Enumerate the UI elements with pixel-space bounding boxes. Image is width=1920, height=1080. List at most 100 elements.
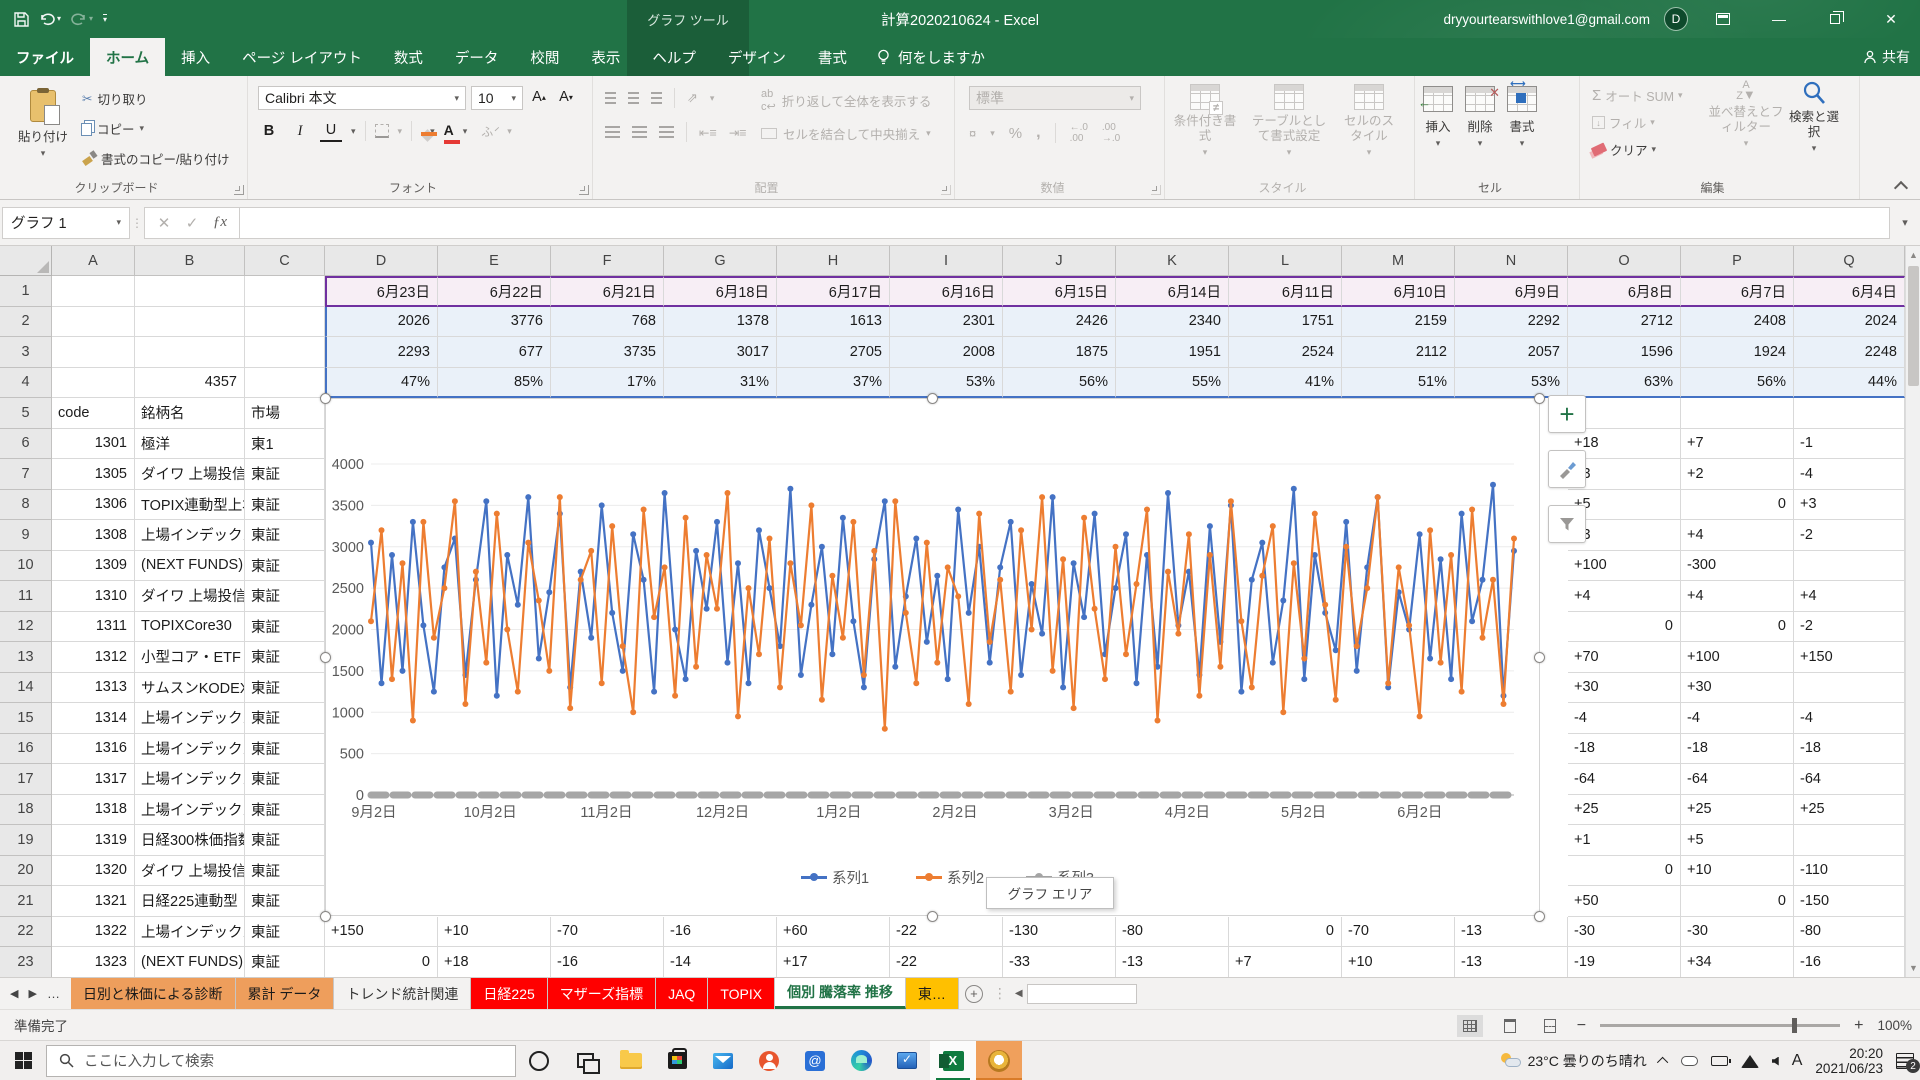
cell-F23[interactable]: -16	[551, 947, 664, 977]
chart-selection-handle[interactable]	[320, 393, 331, 404]
cell-O17[interactable]: -64	[1568, 764, 1681, 795]
cell-C5[interactable]: 市場	[245, 398, 325, 429]
sheet-tab-7[interactable]: TOPIX	[708, 978, 775, 1009]
expand-formula-bar-button[interactable]: ▾	[1890, 216, 1920, 229]
sheet-tab-4[interactable]: 日経225	[471, 978, 547, 1009]
cell-C10[interactable]: 東証	[245, 551, 325, 582]
cell-Q1[interactable]: 6月4日	[1794, 276, 1905, 307]
cell-P12[interactable]: 0	[1681, 612, 1794, 643]
cell-O16[interactable]: -18	[1568, 734, 1681, 765]
number-dialog-launcher[interactable]	[1151, 185, 1161, 195]
cell-A20[interactable]: 1320	[52, 856, 135, 887]
copy-button[interactable]: コピー▾	[82, 116, 229, 140]
decrease-indent-icon[interactable]: ⇤≡	[699, 125, 717, 140]
save-button[interactable]	[14, 12, 29, 27]
prev-sheet-arrow[interactable]: ◀	[10, 987, 18, 1000]
cell-F2[interactable]: 768	[551, 307, 664, 338]
legend-series-2[interactable]: 系列2	[916, 867, 984, 888]
column-header-I[interactable]: I	[890, 246, 1003, 276]
cell-L2[interactable]: 1751	[1229, 307, 1342, 338]
font-dialog-launcher[interactable]	[579, 185, 589, 195]
cell-Q12[interactable]: -2	[1794, 612, 1905, 643]
cell-B8[interactable]: TOPIX連動型上場	[135, 490, 245, 521]
chart-selection-handle[interactable]	[1534, 911, 1545, 922]
cell-F3[interactable]: 3735	[551, 337, 664, 368]
worksheet-grid[interactable]: ABCDEFGHIJKLMNOPQ12345678910111213141516…	[0, 246, 1920, 977]
paste-button[interactable]: 貼り付け▾	[10, 84, 76, 164]
cell-F1[interactable]: 6月21日	[551, 276, 664, 307]
tab-ホーム[interactable]: ホーム	[90, 38, 165, 76]
cell-P20[interactable]: +10	[1681, 856, 1794, 887]
cell-P16[interactable]: -18	[1681, 734, 1794, 765]
cell-B5[interactable]: 銘柄名	[135, 398, 245, 429]
tab-デザイン[interactable]: デザイン	[712, 38, 802, 76]
cell-O14[interactable]: +30	[1568, 673, 1681, 704]
cell-O13[interactable]: +70	[1568, 642, 1681, 673]
cell-A22[interactable]: 1322	[52, 917, 135, 948]
column-header-G[interactable]: G	[664, 246, 777, 276]
cell-P19[interactable]: +5	[1681, 825, 1794, 856]
sheet-tab-5[interactable]: マザーズ指標	[548, 978, 656, 1009]
tab-表示[interactable]: 表示	[575, 38, 636, 76]
cell-H23[interactable]: +17	[777, 947, 890, 977]
cell-A5[interactable]: code	[52, 398, 135, 429]
cell-P22[interactable]: -30	[1681, 917, 1794, 948]
zoom-slider[interactable]	[1600, 1024, 1840, 1027]
cell-B9[interactable]: 上場インデックスフ	[135, 520, 245, 551]
cell-Q7[interactable]: -4	[1794, 459, 1905, 490]
active-app-button[interactable]	[976, 1041, 1022, 1080]
cell-C23[interactable]: 東証	[245, 947, 325, 977]
row-header-13[interactable]: 13	[0, 642, 52, 673]
cell-O21[interactable]: +50	[1568, 886, 1681, 917]
cell-O22[interactable]: -30	[1568, 917, 1681, 948]
row-header-2[interactable]: 2	[0, 307, 52, 338]
minimize-button[interactable]: —	[1758, 0, 1800, 38]
phonetic-button[interactable]: ふ́	[476, 120, 498, 142]
cell-G1[interactable]: 6月18日	[664, 276, 777, 307]
cell-I23[interactable]: -22	[890, 947, 1003, 977]
cell-O4[interactable]: 63%	[1568, 368, 1681, 399]
cell-P18[interactable]: +25	[1681, 795, 1794, 826]
cell-K22[interactable]: -80	[1116, 917, 1229, 948]
cell-J2[interactable]: 2426	[1003, 307, 1116, 338]
align-middle-icon[interactable]	[628, 92, 639, 104]
cell-A19[interactable]: 1319	[52, 825, 135, 856]
file-explorer-button[interactable]	[608, 1041, 654, 1080]
cell-G2[interactable]: 1378	[664, 307, 777, 338]
row-header-17[interactable]: 17	[0, 764, 52, 795]
cell-J22[interactable]: -130	[1003, 917, 1116, 948]
cell-Q17[interactable]: -64	[1794, 764, 1905, 795]
cell-C17[interactable]: 東証	[245, 764, 325, 795]
cell-H3[interactable]: 2705	[777, 337, 890, 368]
cell-A11[interactable]: 1310	[52, 581, 135, 612]
cell-M4[interactable]: 51%	[1342, 368, 1455, 399]
cell-O18[interactable]: +25	[1568, 795, 1681, 826]
percent-icon[interactable]: %	[1009, 125, 1022, 142]
battery-icon[interactable]	[1711, 1056, 1728, 1066]
cell-Q18[interactable]: +25	[1794, 795, 1905, 826]
borders-icon[interactable]	[375, 124, 389, 138]
scroll-down-arrow[interactable]: ▼	[1906, 959, 1920, 977]
cell-G3[interactable]: 3017	[664, 337, 777, 368]
cell-K23[interactable]: -13	[1116, 947, 1229, 977]
column-header-F[interactable]: F	[551, 246, 664, 276]
vertical-scrollbar[interactable]: ▲ ▼	[1905, 246, 1920, 977]
scroll-left-arrow[interactable]: ◀	[1015, 988, 1023, 999]
cancel-formula-button[interactable]: ✕	[151, 214, 177, 232]
cell-A13[interactable]: 1312	[52, 642, 135, 673]
row-header-1[interactable]: 1	[0, 276, 52, 307]
cell-B4[interactable]: 4357	[135, 368, 245, 399]
cell-C15[interactable]: 東証	[245, 703, 325, 734]
cell-P15[interactable]: -4	[1681, 703, 1794, 734]
cell-D1[interactable]: 6月23日	[325, 276, 438, 307]
new-sheet-button[interactable]: +	[959, 978, 989, 1009]
horizontal-scroll-thumb[interactable]	[1027, 984, 1137, 1004]
people-app-button[interactable]	[746, 1041, 792, 1080]
zoom-in-button[interactable]: +	[1854, 1017, 1863, 1035]
more-sheets-button[interactable]: …	[47, 986, 61, 1001]
cell-F4[interactable]: 17%	[551, 368, 664, 399]
cell-G4[interactable]: 31%	[664, 368, 777, 399]
row-header-7[interactable]: 7	[0, 459, 52, 490]
cell-Q20[interactable]: -110	[1794, 856, 1905, 887]
cell-C16[interactable]: 東証	[245, 734, 325, 765]
